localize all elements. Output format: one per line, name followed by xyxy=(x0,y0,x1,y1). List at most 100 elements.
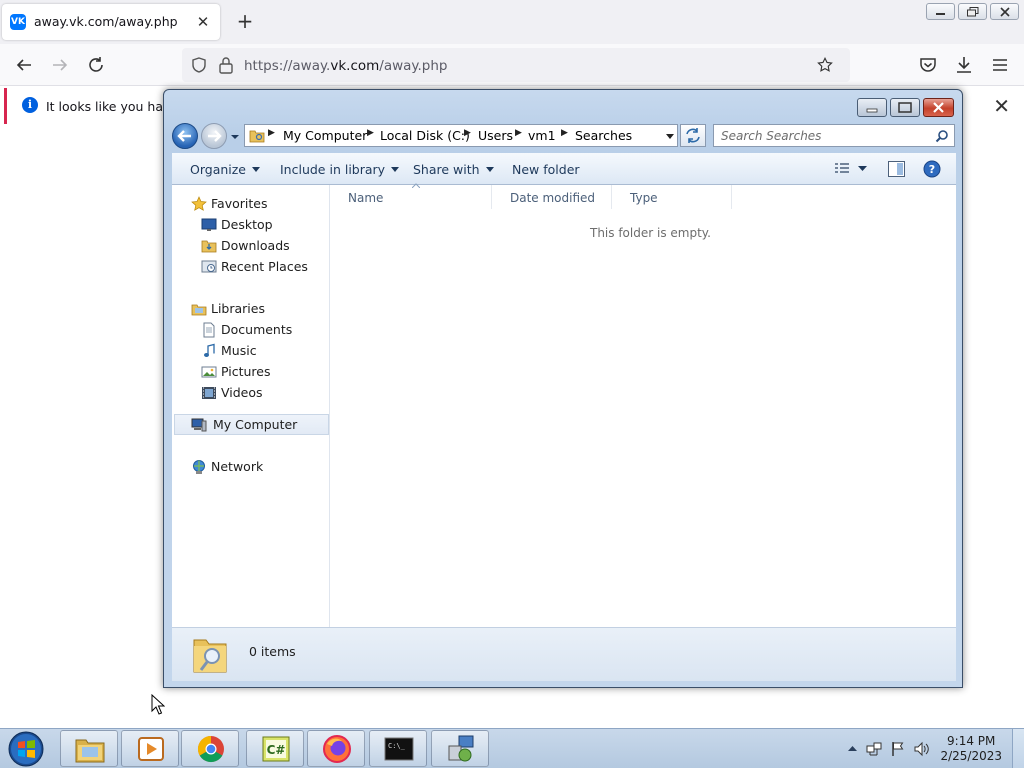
mouse-cursor-icon xyxy=(151,694,165,715)
nav-my-computer[interactable]: My Computer xyxy=(174,414,329,435)
back-button[interactable] xyxy=(172,123,198,149)
star-icon xyxy=(191,196,207,211)
notification-close-icon[interactable]: ✕ xyxy=(993,94,1010,118)
taskbar-command-prompt-button[interactable]: C:\_ xyxy=(369,730,427,767)
address-dropdown-chevron-icon[interactable] xyxy=(665,133,675,141)
forward-button[interactable] xyxy=(201,123,227,149)
explorer-maximize-button[interactable] xyxy=(890,98,920,117)
explorer-content: Favorites Desktop Downloads Recent Place… xyxy=(172,183,956,627)
breadcrumb-separator-icon[interactable]: ▶ xyxy=(367,128,374,138)
help-icon[interactable]: ? xyxy=(923,160,941,178)
breadcrumb-separator-icon[interactable]: ▶ xyxy=(561,128,568,138)
column-header-name[interactable]: Name xyxy=(330,185,492,209)
volume-speaker-icon[interactable] xyxy=(914,741,930,757)
vk-favicon-icon: VK xyxy=(10,14,26,30)
taskbar-chrome-button[interactable] xyxy=(181,730,239,767)
chrome-icon xyxy=(197,735,224,763)
new-tab-button[interactable]: + xyxy=(232,8,258,34)
navigation-pane: Favorites Desktop Downloads Recent Place… xyxy=(172,185,330,627)
details-pane: 0 items xyxy=(172,627,956,681)
folder-search-icon xyxy=(249,130,265,143)
url-text[interactable]: https://away.vk.com/away.php xyxy=(244,58,447,74)
breadcrumb-separator-icon[interactable]: ▶ xyxy=(268,128,275,138)
taskbar-csharp-editor-button[interactable]: C# xyxy=(246,730,304,767)
forward-arrow-icon[interactable] xyxy=(48,53,72,77)
command-prompt-icon: C:\_ xyxy=(384,737,414,761)
search-folder-icon xyxy=(193,639,227,673)
preview-pane-icon[interactable] xyxy=(888,161,905,177)
breadcrumb-users[interactable]: Users xyxy=(478,128,513,143)
forward-arrow-icon xyxy=(208,130,222,142)
pocket-icon[interactable] xyxy=(916,53,940,77)
search-icon[interactable] xyxy=(935,129,949,143)
back-arrow-icon[interactable] xyxy=(12,53,36,77)
action-center-flag-icon[interactable] xyxy=(890,741,906,757)
column-header-date-modified[interactable]: Date modified xyxy=(492,185,612,209)
network-icon xyxy=(193,460,205,474)
show-hidden-icons-chevron-icon[interactable] xyxy=(848,745,857,752)
show-desktop-button[interactable] xyxy=(1012,729,1024,768)
svg-text:C:\_: C:\_ xyxy=(388,742,406,750)
browser-minimize-button[interactable] xyxy=(926,3,955,20)
taskbar-explorer-button[interactable] xyxy=(60,730,118,767)
tab-close-icon[interactable]: ✕ xyxy=(192,11,214,33)
taskbar-media-player-button[interactable] xyxy=(121,730,179,767)
documents-icon xyxy=(203,322,215,338)
url-bar[interactable]: https://away.vk.com/away.php xyxy=(182,48,850,82)
taskbar-firefox-button[interactable] xyxy=(307,730,365,767)
media-player-icon xyxy=(138,737,164,761)
include-in-library-menu-button[interactable]: Include in library xyxy=(280,162,400,177)
address-row: ▶ My Computer ▶ Local Disk (C:) ▶ Users … xyxy=(172,123,956,149)
address-bar[interactable]: ▶ My Computer ▶ Local Disk (C:) ▶ Users … xyxy=(244,124,678,147)
downloads-icon[interactable] xyxy=(952,53,976,77)
chevron-down-icon xyxy=(252,167,260,172)
downloads-folder-icon xyxy=(201,240,217,253)
search-placeholder: Search Searches xyxy=(721,129,822,143)
desktop-icon xyxy=(201,218,217,231)
item-count: 0 items xyxy=(249,644,296,659)
network-tray-icon[interactable] xyxy=(866,741,882,757)
bookmark-star-icon[interactable] xyxy=(816,56,834,74)
recent-pages-chevron-icon[interactable] xyxy=(230,132,240,142)
refresh-button[interactable] xyxy=(680,124,706,147)
share-with-menu-button[interactable]: Share with xyxy=(413,162,494,177)
taskbar-network-setup-button[interactable] xyxy=(431,730,489,767)
search-input[interactable]: Search Searches xyxy=(713,124,955,147)
csharp-editor-icon: C# xyxy=(262,736,290,762)
organize-menu-button[interactable]: Organize xyxy=(190,162,260,177)
menu-hamburger-icon[interactable] xyxy=(988,53,1012,77)
browser-restore-button[interactable] xyxy=(958,3,987,20)
column-header-type[interactable]: Type xyxy=(612,185,732,209)
shield-icon[interactable] xyxy=(190,56,208,74)
chevron-down-icon xyxy=(485,167,494,172)
lock-icon[interactable] xyxy=(218,56,234,74)
clock[interactable]: 9:14 PM 2/25/2023 xyxy=(940,734,1002,764)
windows-start-orb-icon xyxy=(8,731,44,767)
breadcrumb-separator-icon[interactable]: ▶ xyxy=(464,128,471,138)
breadcrumb-separator-icon[interactable]: ▶ xyxy=(515,128,522,138)
breadcrumb-searches[interactable]: Searches xyxy=(575,128,632,143)
view-options-icon[interactable] xyxy=(834,162,850,176)
browser-tab-bar: VK away.vk.com/away.php ✕ + xyxy=(0,0,1024,44)
breadcrumb-local-disk[interactable]: Local Disk (C:) xyxy=(380,128,470,143)
view-dropdown-chevron-icon[interactable] xyxy=(858,166,867,172)
recent-places-icon xyxy=(201,260,217,273)
start-button[interactable] xyxy=(6,730,46,768)
info-icon: i xyxy=(22,97,38,113)
tab-title: away.vk.com/away.php xyxy=(34,14,178,29)
pictures-icon xyxy=(201,366,217,378)
browser-tab[interactable]: VK away.vk.com/away.php ✕ xyxy=(2,4,220,40)
system-tray: 9:14 PM 2/25/2023 xyxy=(838,729,1024,768)
explorer-minimize-button[interactable] xyxy=(857,98,887,117)
firefox-icon xyxy=(323,735,351,763)
new-folder-button[interactable]: New folder xyxy=(512,162,580,177)
browser-close-button[interactable] xyxy=(990,3,1019,20)
network-setup-icon xyxy=(448,735,474,762)
reload-icon[interactable] xyxy=(84,53,108,77)
libraries-icon xyxy=(191,304,207,316)
explorer-close-button[interactable] xyxy=(923,98,954,117)
browser-nav-bar: https://away.vk.com/away.php xyxy=(0,44,1024,86)
breadcrumb-vm1[interactable]: vm1 xyxy=(528,128,556,143)
breadcrumb-my-computer[interactable]: My Computer xyxy=(283,128,367,143)
chevron-down-icon xyxy=(391,167,400,172)
